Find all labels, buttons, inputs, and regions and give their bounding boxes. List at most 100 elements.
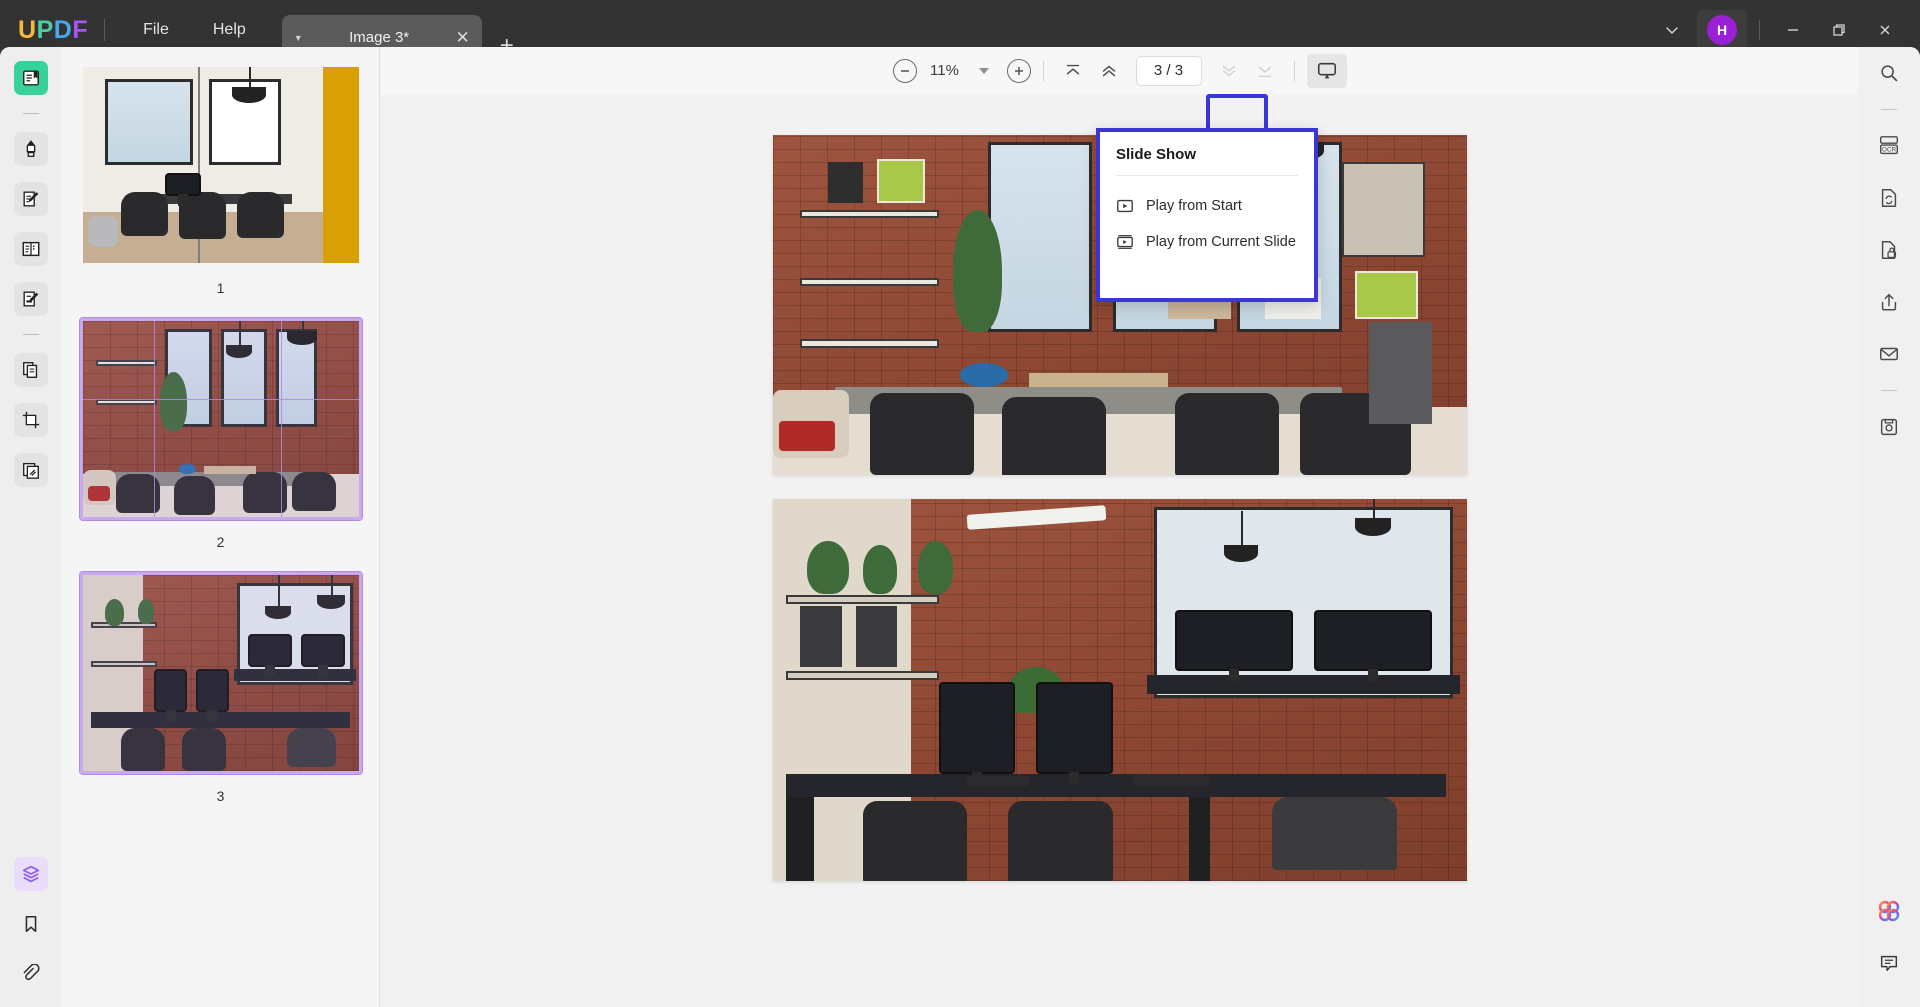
envelope-icon <box>1878 343 1900 365</box>
share-upload-icon <box>1878 291 1900 313</box>
sidebar-reader[interactable] <box>14 61 48 95</box>
sidebar-bookmarks[interactable] <box>14 907 48 941</box>
avatar: H <box>1707 15 1737 45</box>
right-tool-rail: OCR <box>1858 47 1920 1007</box>
thumbnail-page-3[interactable] <box>80 572 362 774</box>
crop-icon <box>21 410 41 430</box>
zoom-out-icon[interactable] <box>893 59 917 83</box>
controls-divider <box>1759 20 1760 40</box>
svg-text:OCR: OCR <box>1882 147 1897 154</box>
menu-help[interactable]: Help <box>191 13 268 47</box>
email-tool[interactable] <box>1871 336 1907 372</box>
comments-tool[interactable] <box>1871 945 1907 981</box>
zoom-in-icon[interactable] <box>1007 59 1031 83</box>
bookmark-icon <box>21 914 41 934</box>
next-page-icon[interactable] <box>1212 55 1246 87</box>
save-disk-icon <box>1878 416 1900 438</box>
ocr-icon: OCR <box>1877 134 1901 158</box>
document-toolbar: 11% 3 / 3 <box>381 47 1858 94</box>
presentation-screen-icon <box>1316 60 1338 82</box>
updf-logo: U P D F <box>18 16 88 45</box>
play-from-current-slide-item[interactable]: Play from Current Slide <box>1100 224 1314 260</box>
caret-down-icon[interactable] <box>979 68 989 74</box>
sidebar-organize-pages[interactable] <box>14 353 48 387</box>
layers-icon <box>20 863 42 885</box>
zoom-level-value[interactable]: 11% <box>919 62 971 79</box>
document-page-3[interactable] <box>773 499 1467 881</box>
share-tool[interactable] <box>1871 284 1907 320</box>
chevron-down-icon[interactable] <box>1651 10 1693 50</box>
page-indicator[interactable]: 3 / 3 <box>1136 56 1202 86</box>
ai-assistant[interactable] <box>1871 893 1907 929</box>
form-edit-icon <box>21 289 41 309</box>
play-from-current-label: Play from Current Slide <box>1146 234 1296 250</box>
edit-document-icon <box>21 189 41 209</box>
ai-flower-icon <box>1876 898 1902 924</box>
caret-down-icon[interactable]: ▼ <box>294 33 303 43</box>
close-icon[interactable]: ✕ <box>456 28 470 48</box>
paperclip-icon <box>21 964 41 984</box>
thumbnail-item[interactable]: 3 <box>62 572 379 826</box>
comment-bubble-icon <box>1878 952 1900 974</box>
thumbnail-item[interactable]: 2 <box>62 318 379 572</box>
slide-artwork <box>83 67 359 263</box>
logo-letter-p: P <box>37 16 54 45</box>
play-from-start-icon <box>1116 197 1134 215</box>
search-tool[interactable] <box>1871 55 1907 91</box>
play-from-start-label: Play from Start <box>1146 198 1242 214</box>
convert-file-icon <box>1878 187 1900 209</box>
slide-show-title: Slide Show <box>1100 146 1314 175</box>
search-icon <box>1878 62 1900 84</box>
popup-divider <box>1116 175 1298 176</box>
sidebar-page-layout[interactable] <box>14 232 48 266</box>
right-divider-1 <box>1881 109 1897 110</box>
user-account-button[interactable]: H <box>1697 10 1747 50</box>
logo-letter-f: F <box>72 16 88 45</box>
maximize-icon[interactable] <box>1818 10 1860 50</box>
left-tool-rail <box>0 47 62 1007</box>
menu-file[interactable]: File <box>121 13 191 47</box>
previous-page-icon[interactable] <box>1092 55 1126 87</box>
highlighter-icon <box>21 139 41 159</box>
sidebar-form[interactable] <box>14 282 48 316</box>
copy-pages-icon <box>21 360 41 380</box>
reader-icon <box>21 68 41 88</box>
first-page-icon[interactable] <box>1056 55 1090 87</box>
slideshow-button[interactable] <box>1307 54 1347 88</box>
play-from-current-icon <box>1116 233 1134 251</box>
sidebar-divider-1 <box>23 113 39 114</box>
thumbnail-page-1[interactable] <box>80 64 362 266</box>
page-artwork <box>773 499 1467 881</box>
minimize-icon[interactable] <box>1772 10 1814 50</box>
thumbnail-page-number: 1 <box>217 280 225 296</box>
page-thumbnail-panel[interactable]: 1 <box>62 47 380 1007</box>
thumbnail-item[interactable]: 1 <box>62 47 379 318</box>
close-icon[interactable] <box>1864 10 1906 50</box>
tab-title: Image 3* <box>303 29 456 46</box>
slide-artwork <box>83 321 359 517</box>
sidebar-divider-2 <box>23 334 39 335</box>
application-body: 1 <box>0 47 1920 1007</box>
slide-show-popup: Slide Show Play from Start <box>1096 128 1318 302</box>
sidebar-crop[interactable] <box>14 403 48 437</box>
thumbnail-page-number: 3 <box>217 788 225 804</box>
titlebar-divider <box>104 19 105 41</box>
window-controls: H <box>1651 10 1920 50</box>
protect-tool[interactable] <box>1871 232 1907 268</box>
convert-tool[interactable] <box>1871 180 1907 216</box>
play-from-start-item[interactable]: Play from Start <box>1100 188 1314 224</box>
sidebar-batch[interactable] <box>14 453 48 487</box>
sidebar-annotate-marker[interactable] <box>14 132 48 166</box>
sidebar-attachments[interactable] <box>14 957 48 991</box>
last-page-icon[interactable] <box>1248 55 1282 87</box>
logo-letter-u: U <box>18 16 37 45</box>
thumbnail-page-2[interactable] <box>80 318 362 520</box>
lock-document-icon <box>1878 239 1900 261</box>
toolbar-divider-2 <box>1294 61 1295 81</box>
sidebar-edit-pdf[interactable] <box>14 182 48 216</box>
save-as-tool[interactable] <box>1871 409 1907 445</box>
slide-artwork <box>83 575 359 771</box>
ocr-tool[interactable]: OCR <box>1871 128 1907 164</box>
sidebar-layers[interactable] <box>14 857 48 891</box>
thumbnail-page-number: 2 <box>217 534 225 550</box>
